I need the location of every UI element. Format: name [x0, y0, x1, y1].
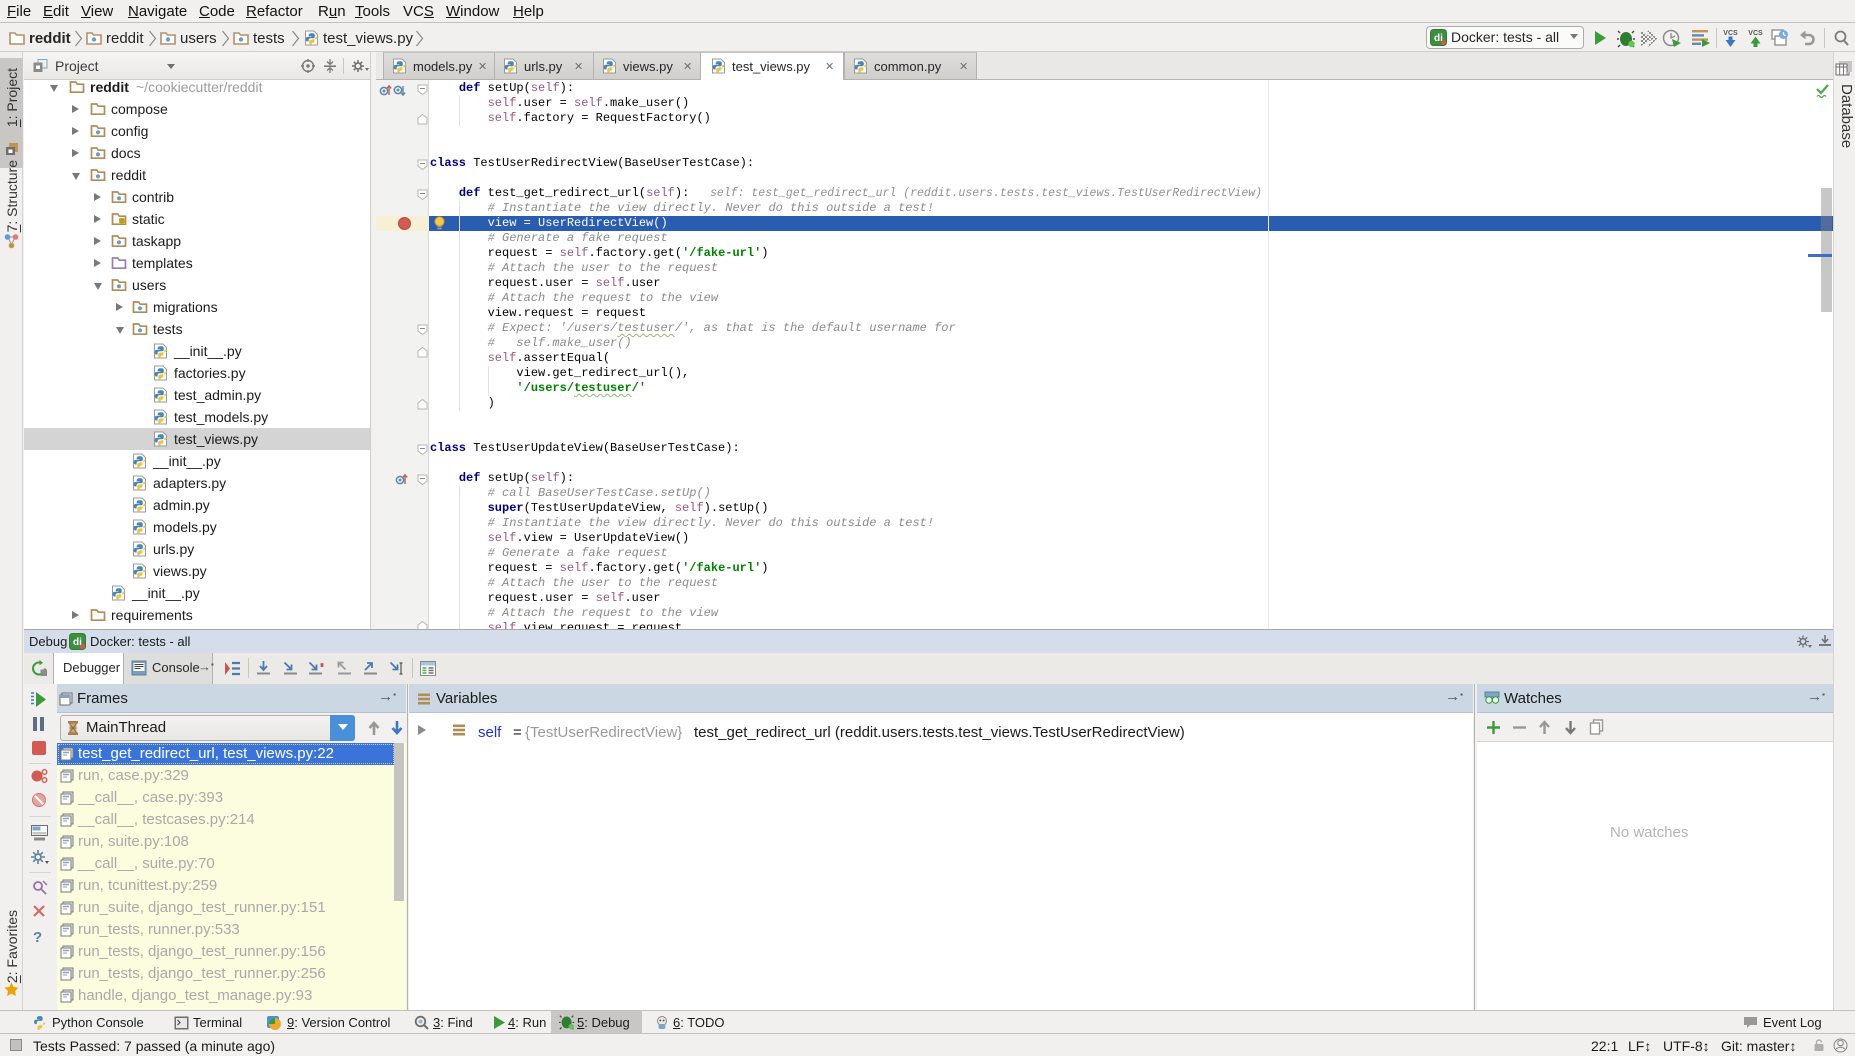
svg-text:VCS: VCS	[1723, 30, 1738, 37]
svg-text:VCS: VCS	[1748, 30, 1763, 37]
